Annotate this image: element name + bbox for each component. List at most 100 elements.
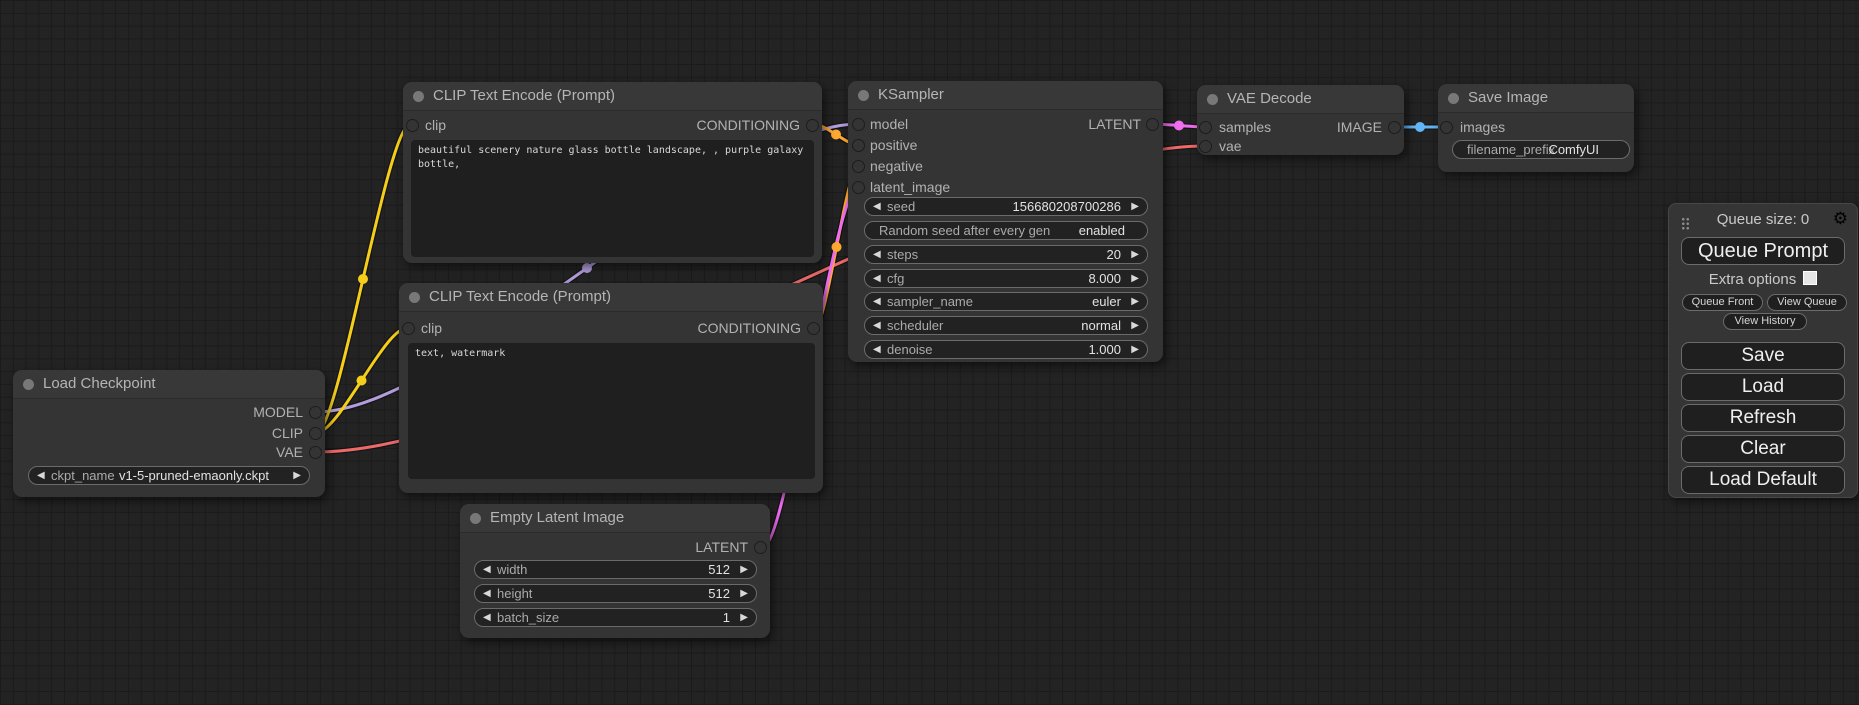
scheduler-widget[interactable]: ◀ scheduler normal ▶ xyxy=(864,316,1148,335)
collapse-dot-icon[interactable] xyxy=(413,91,424,102)
clear-button[interactable]: Clear xyxy=(1681,435,1845,463)
latent-output-dot[interactable] xyxy=(755,542,766,553)
height-widget[interactable]: ◀ height 512 ▶ xyxy=(474,584,757,603)
save-button[interactable]: Save xyxy=(1681,342,1845,370)
clip-input-dot[interactable] xyxy=(407,120,418,131)
decrement-arrow-icon[interactable]: ◀ xyxy=(873,246,881,263)
view-queue-button[interactable]: View Queue xyxy=(1767,294,1847,311)
output-slot-image: IMAGE xyxy=(1337,119,1382,135)
increment-arrow-icon[interactable]: ▶ xyxy=(740,609,748,626)
decrement-arrow-icon[interactable]: ◀ xyxy=(37,467,45,484)
node-clip-text-encode-positive[interactable]: CLIP Text Encode (Prompt) clip CONDITION… xyxy=(403,82,822,263)
node-title-bar[interactable]: Save Image xyxy=(1438,84,1634,113)
negative-input-dot[interactable] xyxy=(853,161,864,172)
decrement-arrow-icon[interactable]: ◀ xyxy=(873,317,881,334)
increment-arrow-icon[interactable]: ▶ xyxy=(1131,293,1139,310)
increment-arrow-icon[interactable]: ▶ xyxy=(1131,317,1139,334)
width-widget[interactable]: ◀ width 512 ▶ xyxy=(474,560,757,579)
collapse-dot-icon[interactable] xyxy=(1448,93,1459,104)
settings-gear-icon[interactable]: ⚙ xyxy=(1833,209,1848,229)
steps-widget[interactable]: ◀ steps 20 ▶ xyxy=(864,245,1148,264)
positive-prompt-textarea[interactable]: beautiful scenery nature glass bottle la… xyxy=(411,140,814,257)
seed-widget[interactable]: ◀ seed 156680208700286 ▶ xyxy=(864,197,1148,216)
toggle-knob-icon[interactable] xyxy=(1131,224,1144,237)
load-default-button[interactable]: Load Default xyxy=(1681,466,1845,494)
input-slot-clip: clip xyxy=(425,117,446,133)
node-title-bar[interactable]: CLIP Text Encode (Prompt) xyxy=(399,283,823,312)
samples-input-dot[interactable] xyxy=(1200,122,1211,133)
decrement-arrow-icon[interactable]: ◀ xyxy=(483,561,491,578)
output-slot-conditioning: CONDITIONING xyxy=(698,320,801,336)
vae-output-dot[interactable] xyxy=(310,447,321,458)
negative-prompt-textarea[interactable]: text, watermark xyxy=(408,343,815,479)
collapse-dot-icon[interactable] xyxy=(23,379,34,390)
refresh-button[interactable]: Refresh xyxy=(1681,404,1845,432)
node-clip-text-encode-negative[interactable]: CLIP Text Encode (Prompt) clip CONDITION… xyxy=(399,283,823,493)
decrement-arrow-icon[interactable]: ◀ xyxy=(873,270,881,287)
widget-value: 20 xyxy=(1107,246,1121,263)
ckpt-name-widget[interactable]: ◀ ckpt_name v1-5-pruned-emaonly.ckpt ▶ xyxy=(28,466,310,485)
collapse-dot-icon[interactable] xyxy=(858,90,869,101)
decrement-arrow-icon[interactable]: ◀ xyxy=(873,341,881,358)
increment-arrow-icon[interactable]: ▶ xyxy=(1131,246,1139,263)
images-input-dot[interactable] xyxy=(1441,122,1452,133)
conditioning-output-dot[interactable] xyxy=(807,120,818,131)
extra-options-row: Extra options xyxy=(1669,271,1857,288)
cfg-widget[interactable]: ◀ cfg 8.000 ▶ xyxy=(864,269,1148,288)
model-output-dot[interactable] xyxy=(310,407,321,418)
sampler-name-widget[interactable]: ◀ sampler_name euler ▶ xyxy=(864,292,1148,311)
input-slot-latent-image: latent_image xyxy=(870,179,950,195)
increment-arrow-icon[interactable]: ▶ xyxy=(740,585,748,602)
queue-front-button[interactable]: Queue Front xyxy=(1682,294,1763,311)
latent-output-dot[interactable] xyxy=(1147,119,1158,130)
vae-input-dot[interactable] xyxy=(1200,141,1211,152)
random-seed-toggle-widget[interactable]: Random seed after every gen enabled xyxy=(864,221,1148,240)
increment-arrow-icon[interactable]: ▶ xyxy=(740,561,748,578)
extra-options-checkbox[interactable] xyxy=(1803,271,1817,285)
decrement-arrow-icon[interactable]: ◀ xyxy=(873,293,881,310)
denoise-widget[interactable]: ◀ denoise 1.000 ▶ xyxy=(864,340,1148,359)
model-input-dot[interactable] xyxy=(853,119,864,130)
node-title-bar[interactable]: KSampler xyxy=(848,81,1163,110)
extra-options-label: Extra options xyxy=(1709,271,1797,288)
node-title: VAE Decode xyxy=(1227,85,1312,113)
node-save-image[interactable]: Save Image images filename_prefix ComfyU… xyxy=(1438,84,1634,172)
positive-input-dot[interactable] xyxy=(853,140,864,151)
node-title: Load Checkpoint xyxy=(43,370,156,398)
widget-label: scheduler xyxy=(887,317,943,334)
node-empty-latent-image[interactable]: Empty Latent Image LATENT ◀ width 512 ▶ … xyxy=(460,504,770,638)
increment-arrow-icon[interactable]: ▶ xyxy=(1131,270,1139,287)
queue-prompt-button[interactable]: Queue Prompt xyxy=(1681,237,1845,265)
queue-size-label: Queue size: 0 xyxy=(1669,211,1857,228)
input-slot-negative: negative xyxy=(870,158,923,174)
collapse-dot-icon[interactable] xyxy=(1207,94,1218,105)
increment-arrow-icon[interactable]: ▶ xyxy=(1131,198,1139,215)
decrement-arrow-icon[interactable]: ◀ xyxy=(873,198,881,215)
clip-output-dot[interactable] xyxy=(310,428,321,439)
view-history-button[interactable]: View History xyxy=(1723,313,1807,330)
node-title: Save Image xyxy=(1468,84,1548,112)
batch-size-widget[interactable]: ◀ batch_size 1 ▶ xyxy=(474,608,757,627)
increment-arrow-icon[interactable]: ▶ xyxy=(1131,341,1139,358)
comfyui-canvas[interactable]: { "canvas": { "background": "#232323", "… xyxy=(0,0,1859,705)
node-ksampler[interactable]: KSampler model positive negative latent_… xyxy=(848,81,1163,362)
node-title-bar[interactable]: Load Checkpoint xyxy=(13,370,325,399)
node-title-bar[interactable]: CLIP Text Encode (Prompt) xyxy=(403,82,822,111)
node-load-checkpoint[interactable]: Load Checkpoint MODEL CLIP VAE ◀ ckpt_na… xyxy=(13,370,325,497)
collapse-dot-icon[interactable] xyxy=(409,292,420,303)
input-slot-model: model xyxy=(870,116,908,132)
decrement-arrow-icon[interactable]: ◀ xyxy=(483,585,491,602)
image-output-dot[interactable] xyxy=(1389,122,1400,133)
latent-image-input-dot[interactable] xyxy=(853,182,864,193)
output-slot-latent: LATENT xyxy=(695,539,748,555)
node-title-bar[interactable]: Empty Latent Image xyxy=(460,504,770,533)
filename-prefix-widget[interactable]: filename_prefix ComfyUI xyxy=(1452,140,1630,159)
node-title-bar[interactable]: VAE Decode xyxy=(1197,85,1404,114)
decrement-arrow-icon[interactable]: ◀ xyxy=(483,609,491,626)
increment-arrow-icon[interactable]: ▶ xyxy=(293,467,301,484)
conditioning-output-dot[interactable] xyxy=(808,323,819,334)
collapse-dot-icon[interactable] xyxy=(470,513,481,524)
load-button[interactable]: Load xyxy=(1681,373,1845,401)
node-vae-decode[interactable]: VAE Decode samples vae IMAGE xyxy=(1197,85,1404,155)
clip-input-dot[interactable] xyxy=(403,323,414,334)
